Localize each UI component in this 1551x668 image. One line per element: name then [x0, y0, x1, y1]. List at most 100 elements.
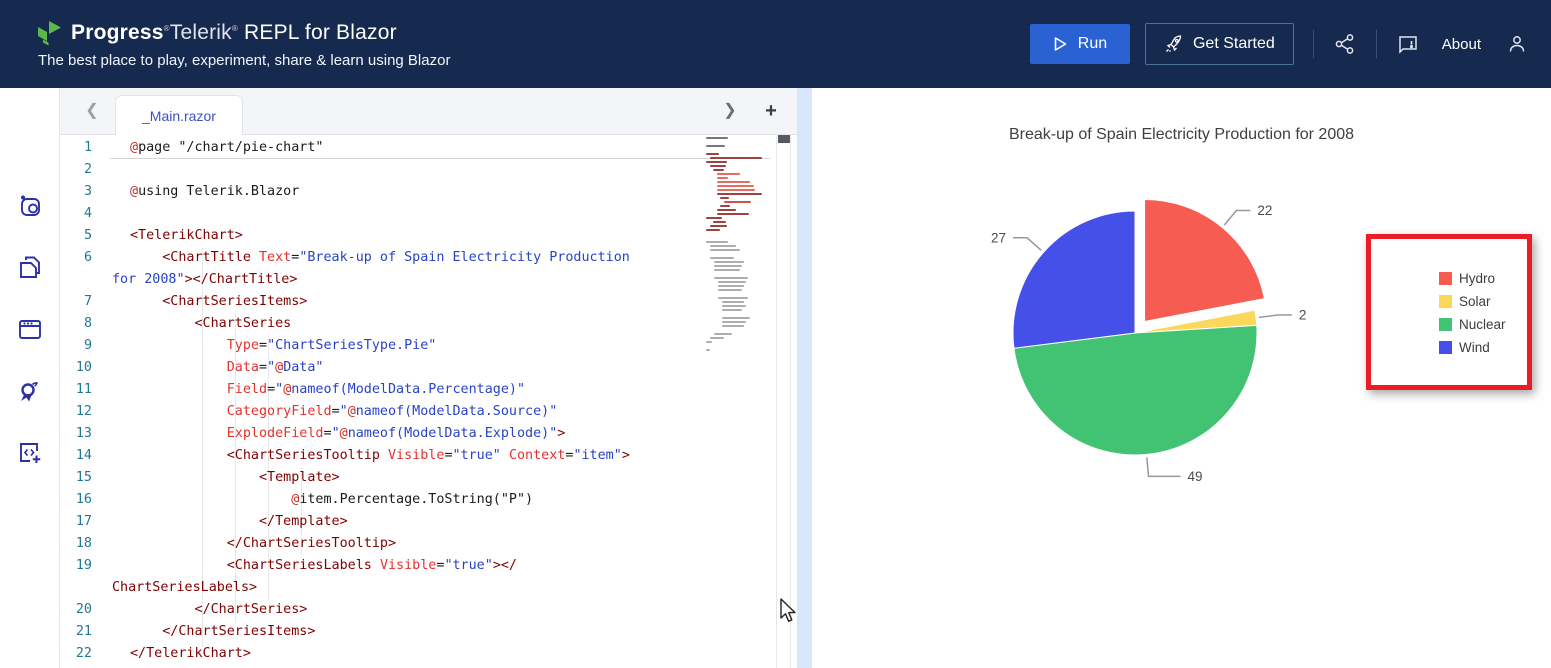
code-line[interactable]: 5<TelerikChart> [60, 225, 720, 247]
minimap-line [718, 289, 742, 291]
code-line[interactable]: 22</TelerikChart> [60, 643, 720, 665]
minimap-line [717, 213, 749, 215]
ribbon-icon[interactable] [17, 380, 43, 406]
legend-swatch [1439, 295, 1452, 308]
line-number: 9 [60, 335, 110, 357]
pie-label-connector [1013, 238, 1041, 251]
code-line[interactable]: 16 @item.Percentage.ToString("P") [60, 489, 720, 511]
minimap-line [720, 197, 729, 199]
header-divider [1313, 30, 1314, 58]
line-number: 13 [60, 423, 110, 445]
code-line[interactable]: 18 </ChartSeriesTooltip> [60, 533, 720, 555]
minimap-line [718, 285, 744, 287]
code-line[interactable]: 7 <ChartSeriesItems> [60, 291, 720, 313]
editor-scrollbar[interactable] [776, 135, 791, 668]
code-line[interactable]: 19 <ChartSeriesLabels Visible="true"></ [60, 555, 720, 577]
share-icon[interactable] [1333, 32, 1357, 56]
code-line[interactable]: 15 <Template> [60, 467, 720, 489]
code-line[interactable]: 10 Data="@Data" [60, 357, 720, 379]
code-line[interactable]: 4 [60, 203, 720, 225]
browser-window-icon[interactable] [17, 316, 43, 342]
line-number: 11 [60, 379, 110, 401]
code-line[interactable]: 20 </ChartSeries> [60, 599, 720, 621]
legend-item-wind[interactable]: Wind [1439, 340, 1506, 355]
code-add-icon[interactable] [17, 440, 43, 466]
line-number: 15 [60, 467, 110, 489]
line-number: 18 [60, 533, 110, 555]
pie-value-label: 22 [1257, 203, 1272, 218]
camera-icon[interactable] [17, 193, 43, 219]
line-number: 21 [60, 621, 110, 643]
pie-label-connector [1147, 457, 1181, 476]
chart-legend: Hydro Solar Nuclear Wind [1439, 271, 1506, 355]
app-tagline: The best place to play, experiment, shar… [38, 52, 450, 69]
header-divider [1376, 30, 1377, 58]
legend-highlight-box: Hydro Solar Nuclear Wind [1366, 234, 1532, 390]
code-line[interactable]: 9 Type="ChartSeriesType.Pie" [60, 335, 720, 357]
line-number: 22 [60, 643, 110, 665]
pie-label-connector [1224, 210, 1250, 225]
panel-splitter[interactable] [797, 88, 812, 668]
line-number: 10 [60, 357, 110, 379]
feedback-icon[interactable] [1396, 32, 1420, 56]
pie-slice-nuclear[interactable] [1014, 325, 1257, 455]
rocket-icon [1164, 34, 1184, 54]
line-number: 14 [60, 445, 110, 467]
legend-label: Hydro [1459, 271, 1495, 286]
minimap-line [717, 181, 750, 183]
minimap-line [718, 281, 746, 283]
get-started-button[interactable]: Get Started [1145, 23, 1294, 65]
code-line[interactable]: 17 </Template> [60, 511, 720, 533]
editor-tabbar: ❮ _Main.razor ❯ + [60, 88, 797, 135]
user-icon[interactable] [1505, 32, 1529, 56]
line-number: 1 [60, 137, 110, 159]
copy-pages-icon[interactable] [17, 254, 43, 280]
line-number: 16 [60, 489, 110, 511]
about-link[interactable]: About [1442, 36, 1481, 53]
code-line[interactable]: 2 [60, 159, 720, 181]
code-editor[interactable]: 1@page "/chart/pie-chart"23@using Teleri… [60, 135, 797, 668]
preview-panel: Break-up of Spain Electricity Production… [812, 88, 1551, 668]
add-tab-icon[interactable]: + [760, 100, 782, 122]
tab-label: _Main.razor [142, 108, 216, 124]
legend-label: Wind [1459, 340, 1490, 355]
code-line[interactable]: 3@using Telerik.Blazor [60, 181, 720, 203]
tab-scroll-right-icon[interactable]: ❯ [720, 101, 740, 121]
line-number: 12 [60, 401, 110, 423]
line-number: 5 [60, 225, 110, 247]
code-line[interactable]: 11 Field="@nameof(ModelData.Percentage)" [60, 379, 720, 401]
line-number: 17 [60, 511, 110, 533]
code-line[interactable]: 8 <ChartSeries [60, 313, 720, 335]
code-line[interactable]: 21 </ChartSeriesItems> [60, 621, 720, 643]
minimap-line [722, 305, 746, 307]
code-line[interactable]: 6 <ChartTitle Text="Break-up of Spain El… [60, 247, 720, 269]
code-line[interactable]: 12 CategoryField="@nameof(ModelData.Sour… [60, 401, 720, 423]
line-number: 6 [60, 247, 110, 269]
code-editor-panel: ❮ _Main.razor ❯ + 1@page "/chart/pie-cha… [60, 88, 797, 668]
code-line[interactable]: 1@page "/chart/pie-chart" [60, 137, 720, 159]
legend-item-nuclear[interactable]: Nuclear [1439, 317, 1506, 332]
code-line[interactable]: ChartSeriesLabels> [60, 577, 720, 599]
tab-main-razor[interactable]: _Main.razor [115, 95, 243, 136]
minimap-line [722, 325, 744, 327]
line-number: 19 [60, 555, 110, 577]
line-number: 3 [60, 181, 110, 203]
pie-slice-hydro[interactable] [1145, 199, 1265, 321]
code-line[interactable]: 14 <ChartSeriesTooltip Visible="true" Co… [60, 445, 720, 467]
pie-slice-wind[interactable] [1013, 211, 1135, 348]
minimap-line [717, 193, 762, 195]
pie-label-connector [1259, 315, 1292, 317]
legend-item-solar[interactable]: Solar [1439, 294, 1506, 309]
legend-item-hydro[interactable]: Hydro [1439, 271, 1506, 286]
line-number: 4 [60, 203, 110, 225]
minimap-line [722, 321, 746, 323]
code-line[interactable]: 13 ExplodeField="@nameof(ModelData.Explo… [60, 423, 720, 445]
left-toolbar [0, 88, 60, 668]
minimap-line [717, 189, 755, 191]
tab-scroll-left-icon[interactable]: ❮ [82, 101, 102, 121]
scrollbar-thumb[interactable] [778, 135, 790, 143]
minimap-line [722, 309, 742, 311]
code-line[interactable]: for 2008"></ChartTitle> [60, 269, 720, 291]
run-button[interactable]: Run [1030, 24, 1130, 64]
minimap-line [720, 205, 730, 207]
